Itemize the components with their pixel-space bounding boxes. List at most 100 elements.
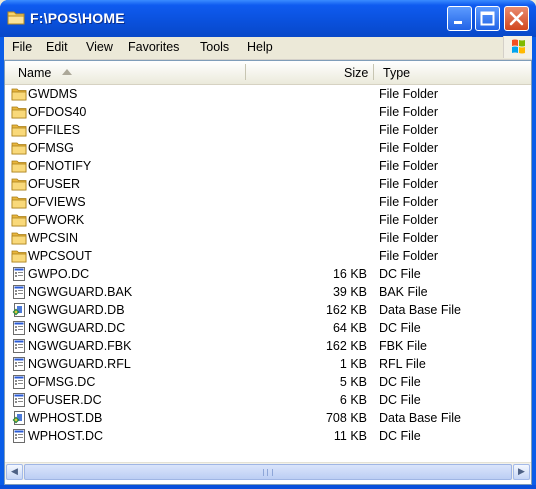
item-name: NGWGUARD.RFL [28, 357, 131, 371]
item-name: OFVIEWS [28, 195, 86, 209]
menu-file[interactable]: File [12, 40, 32, 54]
windows-logo-icon [503, 36, 532, 58]
list-item[interactable]: NGWGUARD.DC 64 KB DC File [5, 319, 531, 337]
title-bar[interactable]: F:\POS\HOME [0, 0, 536, 37]
scroll-right-button[interactable]: ▶ [513, 464, 530, 480]
item-type: RFL File [379, 357, 426, 371]
database-file-icon [11, 410, 27, 426]
file-list-view[interactable]: Name Size Type GWDMS File Folder OFDOS40… [4, 60, 532, 485]
folder-icon [11, 248, 27, 264]
scroll-thumb[interactable] [24, 464, 512, 480]
maximize-icon [480, 11, 495, 26]
item-size: 162 KB [325, 339, 367, 353]
column-type[interactable]: Type [383, 61, 410, 83]
file-icon [11, 320, 27, 336]
sort-ascending-icon [62, 69, 72, 75]
item-size: 11 KB [333, 429, 367, 443]
explorer-window: F:\POS\HOME File Edit View Favorites Too… [0, 0, 536, 489]
list-item[interactable]: NGWGUARD.FBK 162 KB FBK File [5, 337, 531, 355]
item-type: File Folder [379, 159, 439, 173]
item-size: 1 KB [339, 357, 367, 371]
list-item[interactable]: WPHOST.DC 11 KB DC File [5, 427, 531, 445]
maximize-button[interactable] [475, 6, 500, 31]
list-item[interactable]: OFUSER File Folder [5, 175, 531, 193]
item-name: OFWORK [28, 213, 85, 227]
horizontal-scrollbar[interactable]: ◀ ▶ [5, 462, 531, 480]
menu-view[interactable]: View [86, 40, 113, 54]
item-type: File Folder [379, 123, 439, 137]
list-item[interactable]: OFVIEWS File Folder [5, 193, 531, 211]
item-type: File Folder [379, 213, 439, 227]
item-name: OFNOTIFY [28, 159, 92, 173]
folder-icon [11, 122, 27, 138]
list-item[interactable]: GWPO.DC 16 KB DC File [5, 265, 531, 283]
item-size: 39 KB [332, 285, 367, 299]
folder-icon [11, 230, 27, 246]
item-name: NGWGUARD.BAK [28, 285, 133, 299]
list-item[interactable]: GWDMS File Folder [5, 85, 531, 103]
folder-icon [11, 104, 27, 120]
item-type: Data Base File [379, 303, 461, 317]
item-type: File Folder [379, 231, 439, 245]
item-type: File Folder [379, 105, 439, 119]
item-name: OFMSG.DC [28, 375, 96, 389]
item-name: OFUSER.DC [28, 393, 102, 407]
scroll-left-button[interactable]: ◀ [6, 464, 23, 480]
list-item[interactable]: OFWORK File Folder [5, 211, 531, 229]
item-name: OFUSER [28, 177, 81, 191]
folder-icon [11, 194, 27, 210]
menu-bar: File Edit View Favorites Tools Help [4, 36, 532, 60]
item-name: WPHOST.DC [28, 429, 103, 443]
item-name: WPCSIN [28, 231, 78, 245]
list-item[interactable]: OFUSER.DC 6 KB DC File [5, 391, 531, 409]
item-name: WPHOST.DB [28, 411, 103, 425]
list-item[interactable]: WPCSOUT File Folder [5, 247, 531, 265]
column-size[interactable]: Size [344, 61, 368, 83]
item-type: File Folder [379, 249, 439, 263]
menu-tools[interactable]: Tools [200, 40, 229, 54]
item-name: NGWGUARD.FBK [28, 339, 132, 353]
item-size: 64 KB [332, 321, 367, 335]
menu-favorites[interactable]: Favorites [128, 40, 179, 54]
item-name: OFFILES [28, 123, 81, 137]
minimize-button[interactable] [447, 6, 472, 31]
menu-help[interactable]: Help [247, 40, 273, 54]
file-icon [11, 356, 27, 372]
file-icon [11, 392, 27, 408]
item-type: File Folder [379, 141, 439, 155]
close-button[interactable] [504, 6, 529, 31]
file-rows: GWDMS File Folder OFDOS40 File Folder OF… [5, 85, 531, 445]
list-item[interactable]: WPCSIN File Folder [5, 229, 531, 247]
list-item[interactable]: OFDOS40 File Folder [5, 103, 531, 121]
item-type: DC File [379, 375, 421, 389]
folder-icon [11, 176, 27, 192]
list-item[interactable]: OFFILES File Folder [5, 121, 531, 139]
list-item[interactable]: NGWGUARD.RFL 1 KB RFL File [5, 355, 531, 373]
file-icon [11, 266, 27, 282]
item-type: File Folder [379, 87, 439, 101]
list-item[interactable]: WPHOST.DB 708 KB Data Base File [5, 409, 531, 427]
item-size: 708 KB [325, 411, 367, 425]
item-size: 6 KB [339, 393, 367, 407]
item-name: NGWGUARD.DB [28, 303, 125, 317]
folder-icon [11, 86, 27, 102]
list-item[interactable]: OFNOTIFY File Folder [5, 157, 531, 175]
item-size: 162 KB [325, 303, 367, 317]
item-type: DC File [379, 267, 421, 281]
item-type: DC File [379, 429, 421, 443]
item-type: FBK File [379, 339, 427, 353]
folder-icon [11, 158, 27, 174]
item-type: File Folder [379, 195, 439, 209]
column-name[interactable]: Name [18, 61, 51, 83]
list-item[interactable]: OFMSG File Folder [5, 139, 531, 157]
item-name: OFDOS40 [28, 105, 87, 119]
folder-icon [11, 140, 27, 156]
item-type: DC File [379, 321, 421, 335]
item-type: DC File [379, 393, 421, 407]
file-icon [11, 284, 27, 300]
list-item[interactable]: OFMSG.DC 5 KB DC File [5, 373, 531, 391]
list-item[interactable]: NGWGUARD.BAK 39 KB BAK File [5, 283, 531, 301]
menu-edit[interactable]: Edit [46, 40, 68, 54]
list-item[interactable]: NGWGUARD.DB 162 KB Data Base File [5, 301, 531, 319]
item-type: BAK File [379, 285, 428, 299]
